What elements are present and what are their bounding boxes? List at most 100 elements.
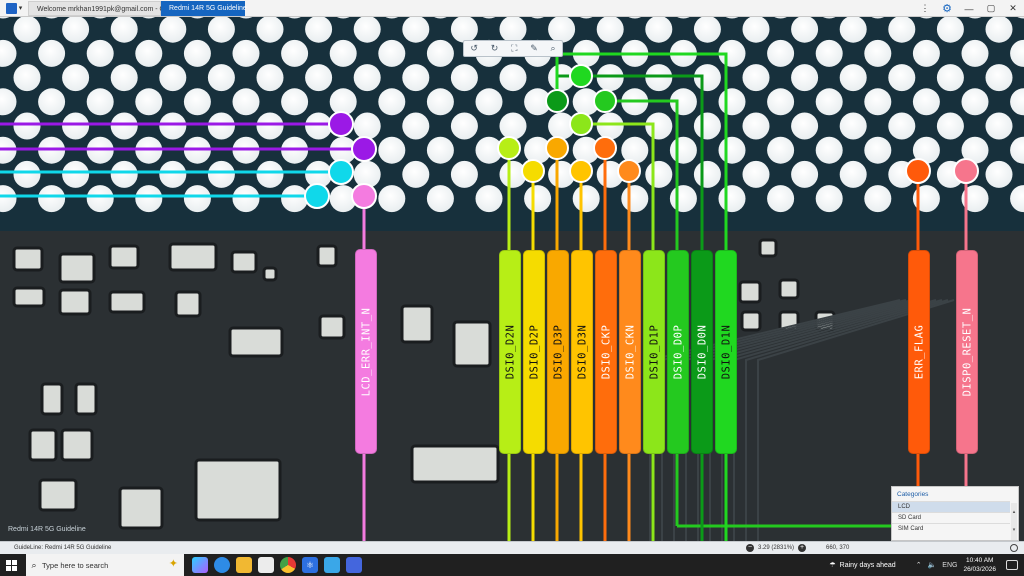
- smd-component: [58, 252, 96, 284]
- tab-guideline[interactable]: Redmi 14R 5G Guideline: [161, 1, 247, 16]
- language-indicator[interactable]: ENG: [942, 562, 957, 569]
- settings-gear-icon[interactable]: ⚙: [936, 2, 958, 15]
- bga-ball: [281, 39, 309, 67]
- smd-component: [28, 428, 58, 462]
- more-options-icon[interactable]: ⋮: [914, 3, 936, 14]
- zoom-level: 3.29 (2831%): [758, 545, 795, 551]
- bga-ball: [718, 185, 746, 213]
- tab-welcome[interactable]: Welcome mrkhan1991pk@gmail.com - Orion: [28, 1, 177, 16]
- zoom-out-button[interactable]: −: [746, 544, 754, 552]
- bga-ball: [839, 112, 867, 140]
- taskbar-clock[interactable]: 10:40 AM 26/03/2026: [963, 556, 996, 574]
- copilot-icon[interactable]: [192, 557, 208, 573]
- bga-ball: [888, 64, 916, 92]
- guideline-label-dsi0-d2p[interactable]: DSI0_D2P: [523, 250, 545, 454]
- smd-component: [758, 238, 778, 258]
- bga-ball: [791, 64, 819, 92]
- guideline-pad-marker: [497, 136, 521, 160]
- guideline-label-dsi0-d1p[interactable]: DSI0_D1P: [643, 250, 665, 454]
- taskbar-search[interactable]: ⌕ Type here to search ✦: [26, 554, 184, 576]
- bga-ball: [499, 64, 527, 92]
- rotate-left-icon[interactable]: ↺: [470, 43, 478, 54]
- app-menu-button[interactable]: ▾: [0, 0, 28, 17]
- bga-ball: [110, 160, 138, 188]
- orion-app-icon[interactable]: ⚛: [302, 557, 318, 573]
- minimize-button[interactable]: —: [958, 4, 980, 14]
- weather-widget[interactable]: ☂ Rainy days ahead: [829, 561, 896, 570]
- bga-ball: [815, 88, 843, 116]
- guideline-label-dsi0-d2n[interactable]: DSI0_D2N: [499, 250, 521, 454]
- start-button[interactable]: [0, 554, 22, 576]
- smd-component: [74, 382, 98, 416]
- guideline-label-text: DSI0_D2N: [504, 324, 517, 380]
- bga-ball: [86, 39, 114, 67]
- guideline-label-disp0-reset-n[interactable]: DISP0_RESET_N: [956, 250, 978, 454]
- bga-ball: [159, 64, 187, 92]
- categories-scrollbar[interactable]: ▴ ▾: [1011, 503, 1017, 540]
- notification-icon[interactable]: [1006, 560, 1018, 570]
- guideline-label-err-flag[interactable]: ERR_FLAG: [908, 250, 930, 454]
- guideline-pad-marker: [304, 183, 330, 209]
- bga-ball: [475, 185, 503, 213]
- bga-ball: [207, 160, 235, 188]
- tray-overflow-icon[interactable]: ⌃: [916, 561, 922, 569]
- bga-ball: [450, 64, 478, 92]
- board-view[interactable]: ↺ ↻ ⛶ ✎ ⌕ LCD_ERR_INT_N DSI0_D2N DSI0_D2P D…: [0, 0, 1024, 541]
- smd-component: [194, 458, 282, 522]
- guideline-label-text: DSI0_D3N: [576, 324, 589, 380]
- notes-app-icon[interactable]: [324, 557, 340, 573]
- bga-ball: [135, 39, 163, 67]
- guideline-label-dsi0-d1n[interactable]: DSI0_D1N: [715, 250, 737, 454]
- category-item-sim-card[interactable]: SIM Card: [892, 523, 1010, 534]
- categories-panel: Categories LCD SD Card SIM Card ▴ ▾: [891, 486, 1019, 541]
- rotate-right-icon[interactable]: ↻: [491, 43, 499, 54]
- search-icon[interactable]: ⌕: [551, 43, 556, 54]
- store-icon[interactable]: [258, 557, 274, 573]
- camera-app-icon[interactable]: [346, 557, 362, 573]
- zoom-in-button[interactable]: +: [798, 544, 807, 552]
- bga-ball: [38, 39, 66, 67]
- category-item-sd-card[interactable]: SD Card: [892, 512, 1010, 523]
- close-button[interactable]: ✕: [1002, 3, 1024, 14]
- clock-time: 10:40 AM: [965, 557, 994, 564]
- edge-browser-icon[interactable]: [214, 557, 230, 573]
- brush-icon[interactable]: ✎: [530, 43, 538, 54]
- bga-ball: [815, 39, 843, 67]
- guideline-label-dsi0-d3n[interactable]: DSI0_D3N: [571, 250, 593, 454]
- guideline-label-dsi0-d3p[interactable]: DSI0_D3P: [547, 250, 569, 454]
- bga-ball: [256, 160, 284, 188]
- system-tray: ☂ Rainy days ahead ⌃ 🔈 ENG 10:40 AM 26/0…: [829, 554, 1024, 576]
- guideline-label-dsi0-ckn[interactable]: DSI0_CKN: [619, 250, 641, 454]
- search-icon: ⌕: [31, 559, 37, 570]
- bga-ball: [110, 64, 138, 92]
- taskbar-apps: ⚛: [192, 557, 362, 573]
- fit-screen-icon[interactable]: ⛶: [511, 43, 517, 54]
- bga-ball: [207, 112, 235, 140]
- bga-ball: [62, 64, 90, 92]
- guideline-pad-marker: [569, 64, 593, 88]
- bga-ball: [353, 112, 381, 140]
- guideline-label-dsi0-ckp[interactable]: DSI0_CKP: [595, 250, 617, 454]
- guideline-pad-marker: [593, 89, 617, 113]
- bga-ball: [693, 160, 721, 188]
- bga-ball: [596, 64, 624, 92]
- zoom-control: − 3.29 (2831%) +: [746, 542, 807, 554]
- guideline-label-dsi0-d0n[interactable]: DSI0_D0N: [691, 250, 713, 454]
- weather-text: Rainy days ahead: [839, 561, 896, 569]
- guideline-label-lcd-err-int-n[interactable]: LCD_ERR_INT_N: [355, 249, 377, 454]
- bga-ball: [159, 160, 187, 188]
- category-item-lcd[interactable]: LCD: [892, 501, 1010, 512]
- maximize-button[interactable]: ▢: [980, 3, 1002, 14]
- bga-ball: [742, 160, 770, 188]
- bga-ball: [645, 160, 673, 188]
- file-explorer-icon[interactable]: [236, 557, 252, 573]
- guideline-label-dsi0-d0p[interactable]: DSI0_D0P: [667, 250, 689, 454]
- chrome-icon[interactable]: [280, 557, 296, 573]
- bga-ball: [718, 88, 746, 116]
- speaker-icon[interactable]: 🔈: [928, 561, 937, 569]
- smd-component: [740, 310, 762, 332]
- globe-icon[interactable]: [1010, 544, 1018, 552]
- bga-ball: [693, 64, 721, 92]
- bga-ball: [815, 136, 843, 164]
- bga-ball: [281, 185, 309, 213]
